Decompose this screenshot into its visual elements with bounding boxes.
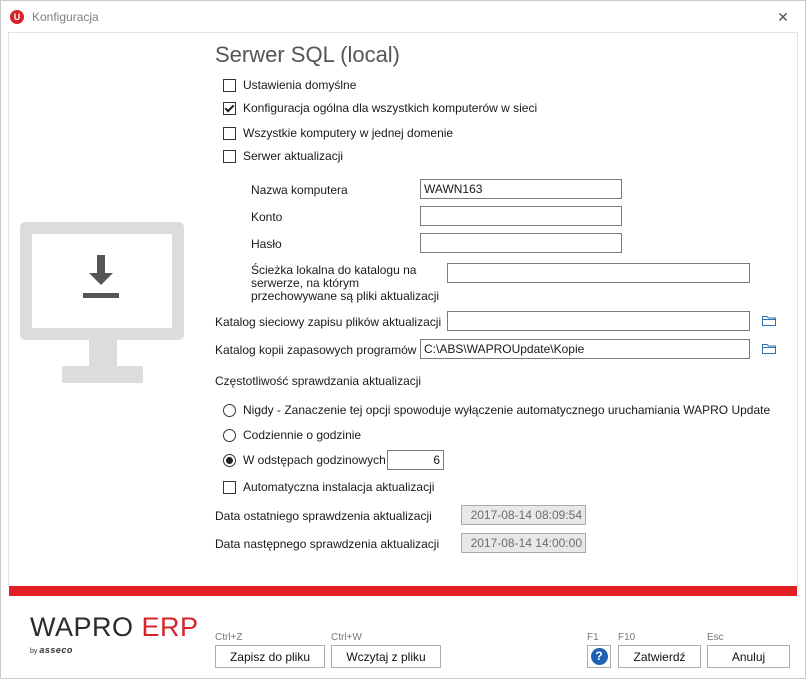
- auto-install-checkbox-row[interactable]: Automatyczna instalacja aktualizacji: [223, 480, 434, 494]
- password-input[interactable]: [420, 233, 622, 253]
- daily-label: Codziennie o godzinie: [243, 428, 362, 442]
- backup-catalog-label: Katalog kopii zapasowych programów: [215, 343, 417, 357]
- one-domain-checkbox[interactable]: [223, 126, 236, 140]
- general-config-label: Konfiguracja ogólna dla wszystkich kompu…: [243, 101, 538, 115]
- never-label: Nigdy - Zanaczenie tej opcji spowoduje w…: [243, 403, 771, 417]
- default-settings-checkbox[interactable]: [223, 78, 236, 92]
- save-hotkey: Ctrl+Z: [215, 632, 243, 643]
- confirm-button[interactable]: Zatwierdź: [618, 645, 701, 668]
- folder-icon[interactable]: [762, 343, 776, 354]
- last-check-value: 2017-08-14 08:09:54: [461, 505, 586, 525]
- next-check-value: 2017-08-14 14:00:00: [461, 533, 586, 553]
- computer-name-input[interactable]: WAWN163: [420, 179, 622, 199]
- cancel-hotkey: Esc: [707, 632, 724, 643]
- page-title: Serwer SQL (local): [215, 42, 401, 67]
- auto-install-checkbox[interactable]: [223, 480, 236, 494]
- update-server-checkbox[interactable]: [223, 149, 236, 163]
- local-path-input[interactable]: [447, 263, 750, 283]
- download-icon: [83, 255, 119, 298]
- load-from-file-button[interactable]: Wczytaj z pliku: [331, 645, 441, 668]
- never-radio[interactable]: [223, 403, 236, 417]
- title-bar: U Konfiguracja ✕: [1, 1, 805, 33]
- network-catalog-input[interactable]: [447, 311, 750, 331]
- close-icon[interactable]: ✕: [771, 5, 795, 29]
- hourly-radio[interactable]: [223, 453, 236, 467]
- one-domain-checkbox-row[interactable]: Wszystkie komputery w jednej domenie: [223, 126, 453, 140]
- account-label: Konto: [251, 210, 283, 224]
- computer-name-label: Nazwa komputera: [251, 183, 348, 197]
- never-radio-row[interactable]: Nigdy - Zanaczenie tej opcji spowoduje w…: [223, 403, 770, 417]
- help-icon: ?: [590, 648, 608, 665]
- backup-catalog-input[interactable]: C:\ABS\WAPROUpdate\Kopie: [420, 339, 750, 359]
- wapro-erp-logo: WAPRO ERP: [30, 612, 199, 642]
- one-domain-label: Wszystkie komputery w jednej domenie: [243, 126, 454, 140]
- window-title: Konfiguracja: [32, 10, 99, 24]
- hourly-radio-row[interactable]: W odstępach godzinowych: [223, 453, 386, 467]
- load-hotkey: Ctrl+W: [331, 632, 362, 643]
- hourly-interval-input[interactable]: 6: [387, 450, 444, 470]
- general-config-checkbox-row[interactable]: Konfiguracja ogólna dla wszystkich kompu…: [223, 101, 537, 115]
- hourly-label: W odstępach godzinowych: [243, 453, 386, 467]
- daily-radio[interactable]: [223, 428, 236, 442]
- next-check-label: Data następnego sprawdzenia aktualizacji: [215, 537, 440, 551]
- confirm-hotkey: F10: [618, 632, 636, 643]
- daily-radio-row[interactable]: Codziennie o godzinie: [223, 428, 361, 442]
- auto-install-label: Automatyczna instalacja aktualizacji: [243, 480, 435, 494]
- general-config-checkbox[interactable]: [223, 101, 236, 115]
- update-server-checkbox-row[interactable]: Serwer aktualizacji: [223, 149, 343, 163]
- frequency-title: Częstotliwość sprawdzania aktualizacji: [215, 374, 422, 388]
- help-hotkey: F1: [587, 632, 599, 643]
- help-button[interactable]: ?: [587, 645, 611, 668]
- last-check-label: Data ostatniego sprawdzenia aktualizacji: [215, 509, 432, 523]
- account-input[interactable]: [420, 206, 622, 226]
- network-catalog-label: Katalog sieciowy zapisu plików aktualiza…: [215, 315, 442, 329]
- default-settings-checkbox-row[interactable]: Ustawienia domyślne: [223, 78, 356, 92]
- update-server-label: Serwer aktualizacji: [243, 149, 344, 163]
- password-label: Hasło: [251, 237, 282, 251]
- accent-bar: [9, 586, 797, 596]
- folder-icon[interactable]: [762, 315, 776, 326]
- save-to-file-button[interactable]: Zapisz do pliku: [215, 645, 325, 668]
- asseco-logo: by asseco: [30, 645, 73, 655]
- monitor-base: [62, 366, 143, 383]
- local-path-label: Ścieżka lokalna do katalogu na serwerze,…: [251, 263, 440, 303]
- monitor-neck: [89, 340, 117, 366]
- default-settings-label: Ustawienia domyślne: [243, 78, 357, 92]
- cancel-button[interactable]: Anuluj: [707, 645, 790, 668]
- wapro-update-app-icon: U: [10, 10, 24, 24]
